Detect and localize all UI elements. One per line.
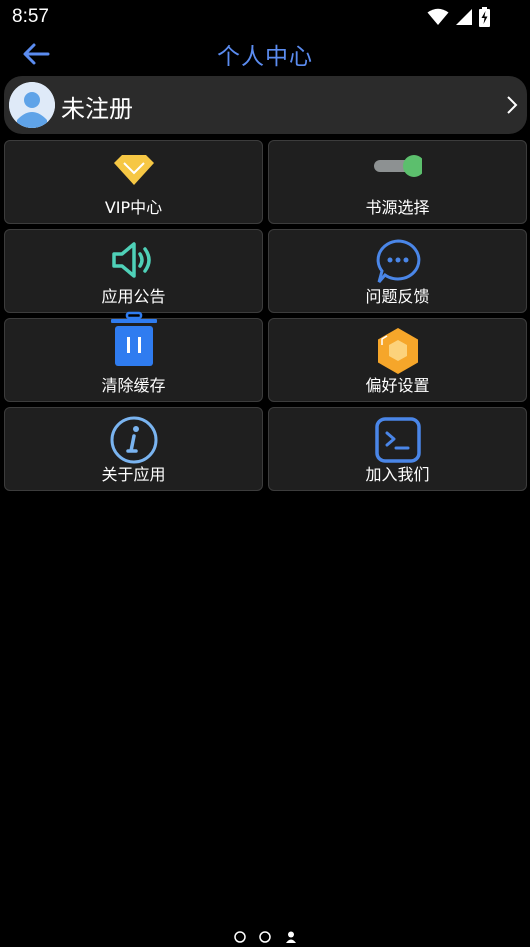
status-time: 8:57 (12, 6, 49, 27)
tile-label: 问题反馈 (365, 287, 430, 306)
person-icon (286, 931, 296, 943)
circle-icon (259, 931, 271, 943)
terminal-icon (374, 416, 422, 464)
menu-item-announcements[interactable]: 应用公告 (4, 229, 263, 313)
system-nav-bar (0, 923, 530, 945)
profile-card[interactable]: 未注册 (4, 76, 527, 134)
info-icon (110, 416, 158, 464)
chevron-right-icon (507, 96, 518, 114)
nav-button-3[interactable] (285, 928, 297, 947)
menu-item-about[interactable]: 关于应用 (4, 407, 263, 491)
tile-label: 偏好设置 (365, 376, 430, 395)
nav-button-2[interactable] (259, 928, 271, 947)
status-bar: 8:57 (0, 0, 530, 34)
menu-item-vip-center[interactable]: VIP中心 (4, 140, 263, 224)
tile-label: 书源选择 (365, 198, 430, 217)
speaker-icon (110, 238, 158, 286)
status-icons (427, 7, 490, 27)
page-title: 个人中心 (217, 44, 313, 70)
app-bar: 个人中心 (0, 34, 530, 72)
tile-label: 关于应用 (101, 465, 166, 484)
menu-grid: VIP中心 书源选择 应用公告 问题反馈 清除缓存 偏好设置 关于应用 加入我们 (4, 140, 527, 491)
nav-button-1[interactable] (234, 928, 246, 947)
avatar (9, 82, 55, 128)
circle-icon (234, 931, 246, 943)
wifi-icon (427, 8, 449, 25)
menu-item-join-us[interactable]: 加入我们 (268, 407, 527, 491)
cellular-signal-icon (456, 9, 472, 25)
chat-bubble-icon (374, 238, 422, 286)
tile-label: VIP中心 (104, 198, 163, 217)
toggle-switch-icon (373, 149, 422, 197)
menu-item-feedback[interactable]: 问题反馈 (268, 229, 527, 313)
hexagon-settings-icon (374, 327, 422, 375)
menu-item-source-select[interactable]: 书源选择 (268, 140, 527, 224)
user-avatar-icon (9, 82, 55, 128)
menu-item-preferences[interactable]: 偏好设置 (268, 318, 527, 402)
battery-charging-icon (479, 7, 490, 27)
tile-label: 应用公告 (101, 287, 166, 306)
diamond-icon (110, 149, 158, 197)
menu-item-clear-cache[interactable]: 清除缓存 (4, 311, 263, 402)
profile-name: 未注册 (61, 95, 133, 123)
trash-icon (110, 311, 158, 366)
tile-label: 加入我们 (365, 465, 430, 484)
tile-label: 清除缓存 (101, 376, 166, 395)
